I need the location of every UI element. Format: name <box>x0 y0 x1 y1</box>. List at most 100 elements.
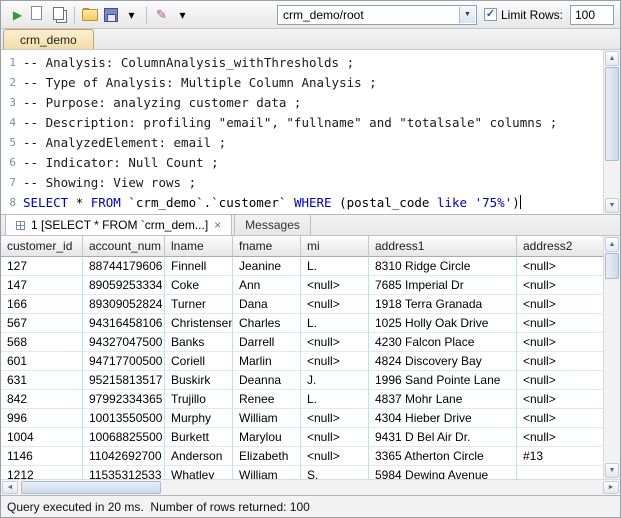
table-cell[interactable]: 94717700500 <box>83 352 165 371</box>
table-cell[interactable]: 4304 Hieber Drive <box>369 409 517 428</box>
editor-line[interactable]: 7-- Showing: View rows ; <box>1 173 603 193</box>
open-file-icon[interactable] <box>79 4 100 25</box>
table-cell[interactable]: <null> <box>517 333 603 352</box>
table-cell[interactable]: 1996 Sand Pointe Lane <box>369 371 517 390</box>
editor-line[interactable]: 2-- Type of Analysis: Multiple Column An… <box>1 73 603 93</box>
column-header-mi[interactable]: mi <box>301 236 369 257</box>
table-row[interactable]: 12788744179606FinnellJeanineL.8310 Ridge… <box>1 257 603 276</box>
clear-editor-icon[interactable]: ✎ <box>151 4 172 25</box>
column-header-address2[interactable]: address2 <box>517 236 603 257</box>
table-cell[interactable]: 3365 Atherton Circle <box>369 447 517 466</box>
table-cell[interactable]: Murphy <box>165 409 233 428</box>
table-cell[interactable]: 1025 Holly Oak Drive <box>369 314 517 333</box>
horizontal-scroll-track[interactable] <box>19 480 602 495</box>
scroll-down-icon[interactable]: ▼ <box>605 198 619 213</box>
table-cell[interactable]: 10013550500 <box>83 409 165 428</box>
column-header-customer_id[interactable]: customer_id <box>1 236 83 257</box>
table-cell[interactable]: 147 <box>1 276 83 295</box>
column-header-lname[interactable]: lname <box>165 236 233 257</box>
table-cell[interactable]: 601 <box>1 352 83 371</box>
table-row[interactable]: 114611042692700AndersonElizabeth<null>33… <box>1 447 603 466</box>
column-header-fname[interactable]: fname <box>233 236 301 257</box>
table-cell[interactable]: 88744179606 <box>83 257 165 276</box>
table-cell[interactable]: Ann <box>233 276 301 295</box>
editor-vertical-scrollbar[interactable]: ▲ ▼ <box>603 50 620 214</box>
horizontal-scroll-thumb[interactable] <box>21 481 161 494</box>
table-cell[interactable]: Burkett <box>165 428 233 447</box>
table-cell[interactable]: 5984 Dewing Avenue <box>369 466 517 479</box>
scroll-up-icon[interactable]: ▲ <box>605 51 619 66</box>
table-cell[interactable]: <null> <box>517 371 603 390</box>
table-cell[interactable]: L. <box>301 257 369 276</box>
table-cell[interactable]: Christensen <box>165 314 233 333</box>
editor-line[interactable]: 8SELECT * FROM `crm_demo`.`customer` WHE… <box>1 193 603 213</box>
table-cell[interactable]: <null> <box>301 428 369 447</box>
table-cell[interactable]: Turner <box>165 295 233 314</box>
table-row[interactable]: 16689309052824TurnerDana<null>1918 Terra… <box>1 295 603 314</box>
table-cell[interactable]: 89309052824 <box>83 295 165 314</box>
editor-line[interactable]: 6-- Indicator: Null Count ; <box>1 153 603 173</box>
table-cell[interactable]: Charles <box>233 314 301 333</box>
run-file-icon[interactable]: ▶ <box>28 4 49 25</box>
table-cell[interactable]: Trujillo <box>165 390 233 409</box>
table-row[interactable]: 100410068825500BurkettMarylou<null>9431 … <box>1 428 603 447</box>
table-cell[interactable]: 7685 Imperial Dr <box>369 276 517 295</box>
limit-rows-input[interactable] <box>570 5 614 25</box>
table-row[interactable]: 14789059253334CokeAnn <null>7685 Imperial… <box>1 276 603 295</box>
tab-messages[interactable]: Messages <box>234 214 311 235</box>
table-cell[interactable]: 9431 D Bel Air Dr. <box>369 428 517 447</box>
table-cell[interactable]: <null> <box>517 295 603 314</box>
table-cell[interactable]: 4837 Mohr Lane <box>369 390 517 409</box>
table-cell[interactable]: 94327047500 <box>83 333 165 352</box>
table-cell[interactable]: 89059253334 <box>83 276 165 295</box>
sql-editor[interactable]: 1-- Analysis: ColumnAnalysis_withThresho… <box>1 50 603 214</box>
table-cell[interactable]: <null> <box>517 409 603 428</box>
table-cell[interactable]: Anderson <box>165 447 233 466</box>
table-cell[interactable]: Banks <box>165 333 233 352</box>
table-cell[interactable]: 1918 Terra Granada <box>369 295 517 314</box>
save-dropdown-icon[interactable]: ▾ <box>121 4 142 25</box>
table-cell[interactable]: <null> <box>517 257 603 276</box>
table-row[interactable]: 63195215813517BuskirkDeannaJ.1996 Sand P… <box>1 371 603 390</box>
table-cell[interactable]: <null> <box>517 276 603 295</box>
connection-combo[interactable]: crm_demo/root ▼ <box>277 5 477 25</box>
editor-line[interactable]: 3-- Purpose: analyzing customer data ; <box>1 93 603 113</box>
table-cell[interactable]: 10068825500 <box>83 428 165 447</box>
table-cell[interactable]: William <box>233 466 301 479</box>
save-icon[interactable] <box>100 4 121 25</box>
table-cell[interactable]: 4824 Discovery Bay <box>369 352 517 371</box>
table-cell[interactable]: Darrell <box>233 333 301 352</box>
table-cell[interactable]: Coke <box>165 276 233 295</box>
table-row[interactable]: 84297992334365TrujilloReneeL.4837 Mohr L… <box>1 390 603 409</box>
table-cell[interactable]: <null> <box>517 390 603 409</box>
table-row[interactable]: 99610013550500MurphyWilliam<null>4304 Hi… <box>1 409 603 428</box>
table-cell[interactable]: 4230 Falcon Place <box>369 333 517 352</box>
results-vertical-scrollbar[interactable]: ▲ ▼ <box>603 236 620 479</box>
table-cell[interactable]: <null> <box>517 314 603 333</box>
combo-dropdown-icon[interactable]: ▼ <box>459 7 475 23</box>
table-cell[interactable]: Coriell <box>165 352 233 371</box>
table-cell[interactable]: L. <box>301 314 369 333</box>
table-cell[interactable]: Marlin <box>233 352 301 371</box>
table-cell[interactable]: <null> <box>301 409 369 428</box>
table-cell[interactable]: <null> <box>517 352 603 371</box>
results-horizontal-scrollbar[interactable]: ◄ ► <box>1 479 620 495</box>
table-cell[interactable]: Marylou <box>233 428 301 447</box>
table-cell[interactable]: Renee <box>233 390 301 409</box>
table-cell[interactable]: 568 <box>1 333 83 352</box>
column-header-account_num[interactable]: account_num <box>83 236 165 257</box>
table-cell[interactable]: Finnell <box>165 257 233 276</box>
table-cell[interactable]: 127 <box>1 257 83 276</box>
table-cell[interactable]: J. <box>301 371 369 390</box>
table-cell[interactable]: 95215813517 <box>83 371 165 390</box>
table-row[interactable]: 56894327047500BanksDarrell <null>4230 Fal… <box>1 333 603 352</box>
scroll-left-icon[interactable]: ◄ <box>2 481 18 494</box>
table-cell[interactable]: 842 <box>1 390 83 409</box>
editor-line[interactable]: 1-- Analysis: ColumnAnalysis_withThresho… <box>1 53 603 73</box>
table-cell[interactable]: L. <box>301 390 369 409</box>
table-cell[interactable]: 94316458106 <box>83 314 165 333</box>
table-cell[interactable]: 996 <box>1 409 83 428</box>
table-cell[interactable]: 631 <box>1 371 83 390</box>
table-cell[interactable]: 1004 <box>1 428 83 447</box>
table-cell[interactable]: 97992334365 <box>83 390 165 409</box>
